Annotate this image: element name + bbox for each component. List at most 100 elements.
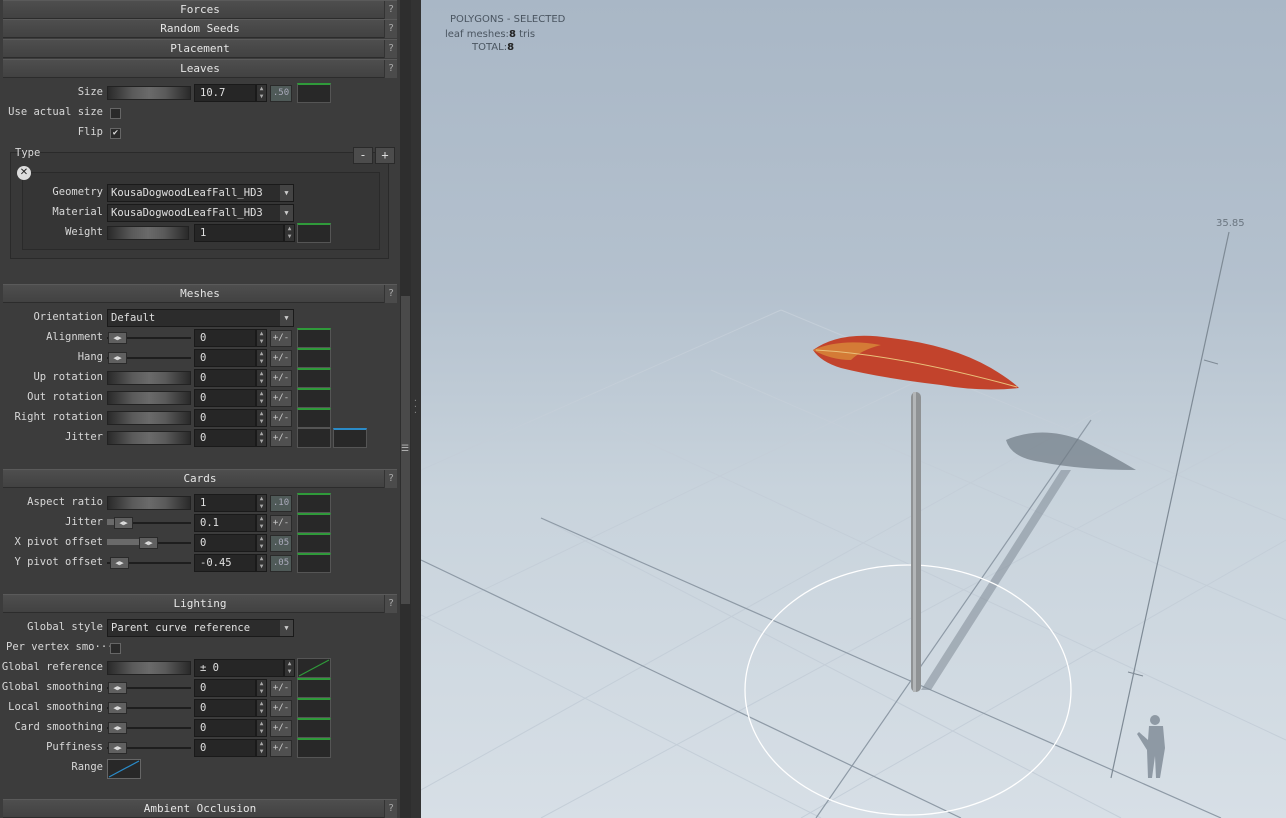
hang-curve-button[interactable] bbox=[297, 348, 331, 368]
left-right-arrows-icon[interactable]: ◀▶ bbox=[114, 517, 133, 529]
section-meshes[interactable]: Meshes? bbox=[3, 284, 397, 303]
help-icon[interactable]: ? bbox=[384, 20, 397, 38]
right-rotation-curve-button[interactable] bbox=[297, 408, 331, 428]
mesh-jitter-curve-button[interactable] bbox=[297, 428, 331, 448]
spin-arrows-icon[interactable]: ▲ ▼ bbox=[284, 224, 295, 242]
up-rotation-slider[interactable] bbox=[107, 371, 191, 385]
section-placement[interactable]: Placement? bbox=[3, 39, 397, 58]
hang-pm-button[interactable]: +/- bbox=[270, 350, 292, 367]
out-rotation-slider[interactable] bbox=[107, 391, 191, 405]
range-curve-button[interactable] bbox=[107, 759, 141, 779]
remove-type-button[interactable]: - bbox=[353, 147, 373, 164]
left-right-arrows-icon[interactable]: ◀▶ bbox=[139, 537, 158, 549]
section-lighting[interactable]: Lighting? bbox=[3, 594, 397, 613]
left-right-arrows-icon[interactable]: ◀▶ bbox=[108, 722, 127, 734]
aspect-ratio-slider[interactable] bbox=[107, 496, 191, 510]
spin-arrows-icon[interactable]: ▲ ▼ bbox=[256, 679, 267, 697]
spin-arrows-icon[interactable]: ▲ ▼ bbox=[256, 389, 267, 407]
global-smoothing-input[interactable]: 0 bbox=[194, 679, 256, 697]
spin-arrows-icon[interactable]: ▲ ▼ bbox=[256, 369, 267, 387]
global-smoothing-curve-button[interactable] bbox=[297, 678, 331, 698]
use-actual-size-checkbox[interactable] bbox=[110, 108, 121, 119]
spin-arrows-icon[interactable]: ▲ ▼ bbox=[256, 84, 267, 102]
spin-arrows-icon[interactable]: ▲ ▼ bbox=[256, 429, 267, 447]
right-rotation-pm-button[interactable]: +/- bbox=[270, 410, 292, 427]
out-rotation-input[interactable]: 0 bbox=[194, 389, 256, 407]
puffiness-input[interactable]: 0 bbox=[194, 739, 256, 757]
alignment-input[interactable]: 0 bbox=[194, 329, 256, 347]
flip-checkbox[interactable]: ✔ bbox=[110, 128, 121, 139]
material-dropdown[interactable]: KousaDogwoodLeafFall_HD3 ▼ bbox=[107, 204, 294, 222]
card-smoothing-input[interactable]: 0 bbox=[194, 719, 256, 737]
spin-arrows-icon[interactable]: ▲ ▼ bbox=[256, 494, 267, 512]
mesh-jitter-pm-button[interactable]: +/- bbox=[270, 430, 292, 447]
size-slider[interactable] bbox=[107, 86, 191, 100]
spin-arrows-icon[interactable]: ▲ ▼ bbox=[256, 719, 267, 737]
size-curve-button[interactable] bbox=[297, 83, 331, 103]
spin-arrows-icon[interactable]: ▲ ▼ bbox=[284, 659, 295, 677]
right-rotation-slider[interactable] bbox=[107, 411, 191, 425]
menu-grip-icon[interactable]: ☰ bbox=[401, 444, 409, 454]
section-cards[interactable]: Cards? bbox=[3, 469, 397, 488]
aspect-ratio-curve-button[interactable] bbox=[297, 493, 331, 513]
x-pivot-curve-button[interactable] bbox=[297, 533, 331, 553]
weight-curve-button[interactable] bbox=[297, 223, 331, 243]
out-rotation-pm-button[interactable]: +/- bbox=[270, 390, 292, 407]
left-right-arrows-icon[interactable]: ◀▶ bbox=[108, 332, 127, 344]
global-style-dropdown[interactable]: Parent curve reference ▼ bbox=[107, 619, 294, 637]
left-right-arrows-icon[interactable]: ◀▶ bbox=[108, 702, 127, 714]
left-right-arrows-icon[interactable]: ◀▶ bbox=[108, 742, 127, 754]
alignment-curve-button[interactable] bbox=[297, 328, 331, 348]
section-forces[interactable]: Forces? bbox=[3, 0, 397, 19]
local-smoothing-curve-button[interactable] bbox=[297, 698, 331, 718]
left-right-arrows-icon[interactable]: ◀▶ bbox=[108, 352, 127, 364]
local-smoothing-input[interactable]: 0 bbox=[194, 699, 256, 717]
mesh-jitter-curve2-button[interactable] bbox=[333, 428, 367, 448]
mesh-jitter-slider[interactable] bbox=[107, 431, 191, 445]
help-icon[interactable]: ? bbox=[384, 470, 397, 488]
mesh-jitter-input[interactable]: 0 bbox=[194, 429, 256, 447]
help-icon[interactable]: ? bbox=[384, 595, 397, 613]
card-jitter-input[interactable]: 0.1 bbox=[194, 514, 256, 532]
left-right-arrows-icon[interactable]: ◀▶ bbox=[108, 682, 127, 694]
puffiness-pm-button[interactable]: +/- bbox=[270, 740, 292, 757]
section-leaves[interactable]: Leaves? bbox=[3, 59, 397, 78]
spin-arrows-icon[interactable]: ▲ ▼ bbox=[256, 699, 267, 717]
size-step-button[interactable]: .50 bbox=[270, 85, 292, 102]
weight-slider[interactable] bbox=[107, 226, 189, 240]
help-icon[interactable]: ? bbox=[384, 60, 397, 78]
x-pivot-input[interactable]: 0 bbox=[194, 534, 256, 552]
local-smoothing-pm-button[interactable]: +/- bbox=[270, 700, 292, 717]
spin-arrows-icon[interactable]: ▲ ▼ bbox=[256, 329, 267, 347]
3d-viewport[interactable]: 35.85 POLYGONS - SELECTED leaf meshes:8 … bbox=[421, 0, 1286, 818]
card-smoothing-pm-button[interactable]: +/- bbox=[270, 720, 292, 737]
y-pivot-curve-button[interactable] bbox=[297, 553, 331, 573]
up-rotation-input[interactable]: 0 bbox=[194, 369, 256, 387]
global-reference-input[interactable]: ± 0 bbox=[194, 659, 284, 677]
add-type-button[interactable]: + bbox=[375, 147, 395, 164]
spin-arrows-icon[interactable]: ▲ ▼ bbox=[256, 514, 267, 532]
x-pivot-step-button[interactable]: .05 bbox=[270, 535, 292, 552]
help-icon[interactable]: ? bbox=[384, 1, 397, 19]
help-icon[interactable]: ? bbox=[384, 40, 397, 58]
section-random-seeds[interactable]: Random Seeds? bbox=[3, 19, 397, 38]
spin-arrows-icon[interactable]: ▲ ▼ bbox=[256, 554, 267, 572]
card-smoothing-curve-button[interactable] bbox=[297, 718, 331, 738]
spin-arrows-icon[interactable]: ▲ ▼ bbox=[256, 534, 267, 552]
right-rotation-input[interactable]: 0 bbox=[194, 409, 256, 427]
help-icon[interactable]: ? bbox=[384, 285, 397, 303]
close-circle-icon[interactable]: ✕ bbox=[17, 166, 31, 180]
section-ambient-occlusion[interactable]: Ambient Occlusion? bbox=[3, 799, 397, 818]
up-rotation-pm-button[interactable]: +/- bbox=[270, 370, 292, 387]
help-icon[interactable]: ? bbox=[384, 800, 397, 818]
alignment-pm-button[interactable]: +/- bbox=[270, 330, 292, 347]
spin-arrows-icon[interactable]: ▲ ▼ bbox=[256, 349, 267, 367]
geometry-dropdown[interactable]: KousaDogwoodLeafFall_HD3 ▼ bbox=[107, 184, 294, 202]
global-reference-curve-button[interactable] bbox=[297, 658, 331, 678]
orientation-dropdown[interactable]: Default ▼ bbox=[107, 309, 294, 327]
global-smoothing-pm-button[interactable]: +/- bbox=[270, 680, 292, 697]
hang-input[interactable]: 0 bbox=[194, 349, 256, 367]
size-input[interactable]: 10.7 bbox=[194, 84, 256, 102]
y-pivot-input[interactable]: -0.45 bbox=[194, 554, 256, 572]
aspect-ratio-step-button[interactable]: .10 bbox=[270, 495, 292, 512]
